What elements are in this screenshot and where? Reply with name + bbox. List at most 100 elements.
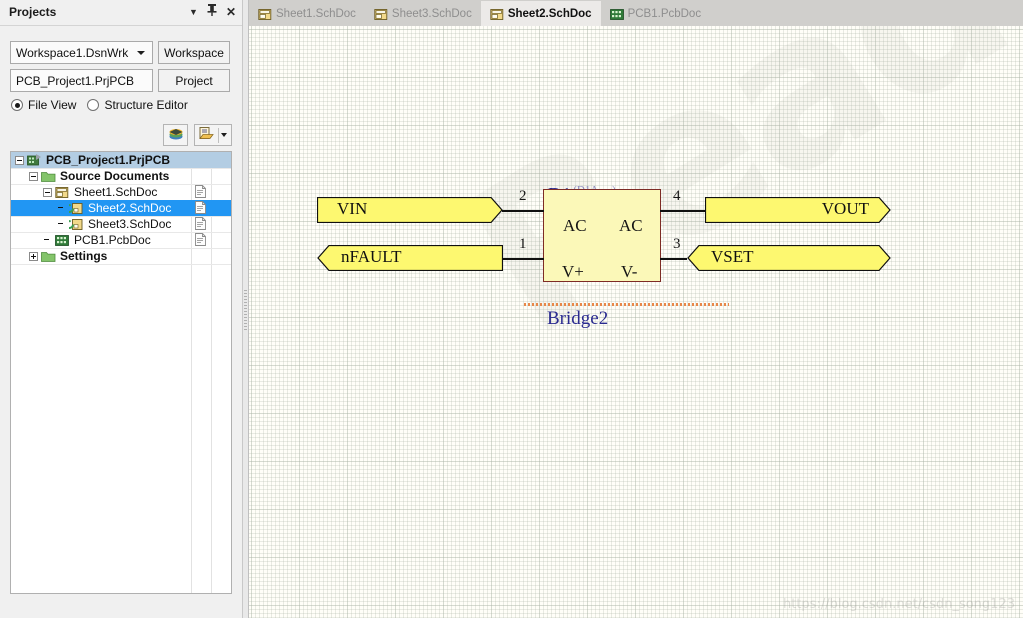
pcb-doc-icon xyxy=(55,234,70,247)
project-row: PCB_Project1.PrjPCB Project xyxy=(10,69,230,92)
pcb-project-icon xyxy=(27,153,42,167)
panel-toolbar xyxy=(163,124,232,146)
folder-icon xyxy=(41,250,56,263)
pin-label-ac-left: AC xyxy=(563,216,587,235)
schematic-canvas[interactable]: ReadO D1(D1A, ...) AC AC V+ V- Bridge2 2… xyxy=(249,26,1023,618)
collapse-minus-icon[interactable] xyxy=(15,155,24,165)
panel-pin-icon[interactable] xyxy=(207,4,217,19)
pin-label-vplus: V+ xyxy=(562,262,584,281)
sch-sub-icon xyxy=(65,218,84,231)
pin-label-ac-right: AC xyxy=(619,216,643,235)
port-vin-label: VIN xyxy=(337,199,368,218)
wire-vset[interactable] xyxy=(660,258,687,260)
collapse-minus-icon[interactable] xyxy=(43,187,52,197)
sch-sub-icon xyxy=(65,202,84,215)
collapse-minus-icon[interactable] xyxy=(29,171,38,181)
radio-file-view-label: File View xyxy=(28,98,77,112)
tab-sheet2-schdoc[interactable]: Sheet2.SchDoc xyxy=(480,1,601,26)
tree-expander-spacer xyxy=(57,204,66,213)
tree-expander-spacer xyxy=(57,220,66,229)
tab-pcb1-pcbdoc[interactable]: PCB1.PcbDoc xyxy=(601,1,711,26)
tree-item-pcb1-pcbdoc[interactable]: PCB1.PcbDoc xyxy=(11,232,231,248)
chevron-down-icon[interactable] xyxy=(221,133,227,137)
pin-number-3: 3 xyxy=(673,236,681,252)
workspace-combo[interactable]: Workspace1.DsnWrk xyxy=(10,41,153,64)
project-textbox-value: PCB_Project1.PrjPCB xyxy=(16,74,135,88)
document-page-icon[interactable] xyxy=(195,201,206,214)
compile-button[interactable] xyxy=(163,124,188,146)
document-page-icon[interactable] xyxy=(195,217,206,230)
document-options-button[interactable] xyxy=(194,124,232,146)
chevron-down-icon xyxy=(137,51,145,55)
project-button[interactable]: Project xyxy=(158,69,230,92)
panel-menu-caret-icon[interactable]: ▼ xyxy=(189,5,198,19)
component-name[interactable]: Bridge2 xyxy=(547,308,608,330)
tree-item-sheet2-schdoc[interactable]: Sheet2.SchDoc xyxy=(11,200,231,216)
pin-number-1: 1 xyxy=(519,236,527,252)
folder-icon xyxy=(41,170,56,183)
panel-title-bar: Projects ▼ ✕ xyxy=(0,0,242,26)
altium-designer-window: Projects ▼ ✕ Workspace1.DsnWrk Workspace xyxy=(0,0,1023,618)
tab-label: Sheet2.SchDoc xyxy=(507,7,592,20)
tab-label: Sheet3.SchDoc xyxy=(391,7,472,20)
sch-doc-icon xyxy=(374,8,388,20)
port-vin[interactable]: VIN xyxy=(317,197,503,223)
port-vset[interactable]: VSET xyxy=(687,245,891,271)
component-name-squiggle xyxy=(524,303,729,306)
pin-number-4: 4 xyxy=(673,188,681,204)
panel-close-icon[interactable]: ✕ xyxy=(226,5,236,19)
projects-panel: Projects ▼ ✕ Workspace1.DsnWrk Workspace xyxy=(0,0,243,618)
wire-vout[interactable] xyxy=(660,210,705,212)
expand-plus-icon[interactable] xyxy=(29,251,38,261)
tree-item-sheet3-schdoc[interactable]: Sheet3.SchDoc xyxy=(11,216,231,232)
tree-item-sheet1-schdoc[interactable]: Sheet1.SchDoc xyxy=(11,184,231,200)
pcb-doc-icon xyxy=(609,8,624,20)
tree-rows: PCB_Project1.PrjPCB Source Documents Sheet… xyxy=(11,152,231,264)
sch-doc-icon xyxy=(258,8,272,20)
tree-item-settings[interactable]: Settings xyxy=(11,248,231,264)
radio-structure-editor[interactable]: Structure Editor xyxy=(87,98,188,112)
tree-item-source-documents[interactable]: Source Documents xyxy=(11,168,231,184)
component-body[interactable] xyxy=(543,189,661,282)
toolbar-separator xyxy=(218,128,219,143)
wire-vin[interactable] xyxy=(502,210,544,212)
project-tree[interactable]: PCB_Project1.PrjPCB Source Documents Sheet… xyxy=(10,151,232,594)
document-page-icon[interactable] xyxy=(195,185,206,198)
tree-item-label: Settings xyxy=(60,249,108,263)
workspace-button[interactable]: Workspace xyxy=(158,41,230,64)
tree-item-label: PCB1.PcbDoc xyxy=(74,233,151,247)
port-vout[interactable]: VOUT xyxy=(705,197,891,223)
canvas-watermark-url: https://blog.csdn.net/csdn_song123 xyxy=(782,597,1015,612)
pin-label-vminus: V- xyxy=(621,262,638,281)
sch-doc-icon xyxy=(490,8,504,20)
tab-label: PCB1.PcbDoc xyxy=(627,7,702,20)
schematic-drawing: D1(D1A, ...) AC AC V+ V- Bridge2 2 1 4 3 xyxy=(249,26,1023,618)
radio-file-view[interactable]: File View xyxy=(11,98,76,112)
tree-expander-spacer xyxy=(43,236,52,245)
panel-title-text: Projects xyxy=(9,5,57,19)
radio-structure-editor-label: Structure Editor xyxy=(104,98,188,112)
radio-structure-editor-dot xyxy=(87,99,100,111)
port-nfault-label: nFAULT xyxy=(341,247,402,266)
document-tab-bar: Sheet1.SchDoc Sheet3.SchDoc Sheet2.SchDoc P… xyxy=(249,0,1023,27)
tree-item-label: Source Documents xyxy=(60,169,170,183)
pin-number-2: 2 xyxy=(519,188,527,204)
tree-item-pcb-project1-prjpcb[interactable]: PCB_Project1.PrjPCB xyxy=(11,152,231,168)
sch-sheet-icon xyxy=(55,186,70,199)
panel-content: Workspace1.DsnWrk Workspace PCB_Project1… xyxy=(0,26,242,618)
tree-item-label: Sheet1.SchDoc xyxy=(74,185,158,199)
workspace-row: Workspace1.DsnWrk Workspace xyxy=(10,41,230,64)
tab-sheet3-schdoc[interactable]: Sheet3.SchDoc xyxy=(365,1,481,26)
tab-label: Sheet1.SchDoc xyxy=(276,7,356,20)
compile-icon xyxy=(168,127,184,144)
splitter-grip[interactable] xyxy=(244,290,247,332)
project-textbox[interactable]: PCB_Project1.PrjPCB xyxy=(10,69,153,92)
wire-nfault[interactable] xyxy=(502,258,544,260)
panel-title-buttons: ▼ ✕ xyxy=(189,4,236,19)
document-page-icon[interactable] xyxy=(195,233,206,246)
tree-item-label: PCB_Project1.PrjPCB xyxy=(46,153,171,167)
tree-item-label: Sheet3.SchDoc xyxy=(88,217,172,231)
port-nfault[interactable]: nFAULT xyxy=(317,245,503,271)
port-vout-label: VOUT xyxy=(821,199,869,218)
tab-sheet1-schdoc[interactable]: Sheet1.SchDoc xyxy=(249,1,365,26)
